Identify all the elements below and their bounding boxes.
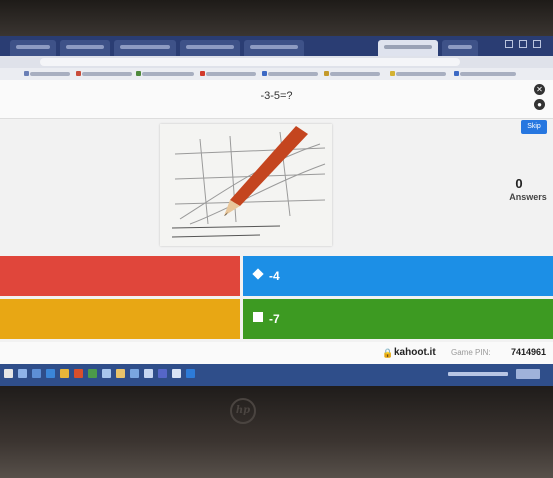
- close-icon[interactable]: ✕: [534, 84, 545, 95]
- browser-tab[interactable]: [180, 40, 240, 56]
- app-icon[interactable]: [158, 369, 167, 378]
- game-footer: 🔒 kahoot.it Game PIN: 7414961: [0, 342, 553, 364]
- hp-logo-icon: hp: [230, 398, 256, 424]
- bookmark-item[interactable]: [390, 71, 446, 76]
- bookmarks-bar: [0, 68, 553, 80]
- bookmark-item[interactable]: [454, 71, 516, 76]
- answer-label: -4: [269, 269, 280, 283]
- answers-label: Answers: [509, 192, 547, 202]
- app-icon[interactable]: [88, 369, 97, 378]
- app-icon[interactable]: [116, 369, 125, 378]
- task-view-icon[interactable]: [32, 369, 41, 378]
- laptop-bezel-bottom: hp: [0, 386, 553, 478]
- browser-tab-active[interactable]: [378, 40, 438, 56]
- laptop-bezel-top: [0, 0, 553, 36]
- answer-label: -7: [269, 312, 280, 326]
- clock[interactable]: [516, 369, 540, 379]
- bookmark-item[interactable]: [262, 71, 318, 76]
- browser-address-bar: [0, 56, 553, 68]
- lock-icon: 🔒: [382, 348, 394, 358]
- app-icon[interactable]: [144, 369, 153, 378]
- skip-button[interactable]: Skip: [521, 120, 547, 134]
- close-window-icon[interactable]: [533, 40, 541, 48]
- answers-count: 0: [515, 176, 523, 191]
- answer-option-green[interactable]: -7: [243, 299, 553, 339]
- app-icon[interactable]: [172, 369, 181, 378]
- browser-tab[interactable]: [244, 40, 304, 56]
- bookmark-item[interactable]: [200, 71, 256, 76]
- system-tray[interactable]: [448, 372, 508, 376]
- question-image: [160, 124, 332, 246]
- browser-tab[interactable]: [114, 40, 176, 56]
- answer-option-red[interactable]: [0, 256, 240, 296]
- answer-option-yellow[interactable]: [0, 299, 240, 339]
- diamond-icon: [252, 268, 264, 280]
- browser-tab[interactable]: [10, 40, 56, 56]
- url-field[interactable]: [40, 58, 460, 66]
- bookmark-item[interactable]: [76, 71, 132, 76]
- square-icon: [253, 312, 263, 322]
- answer-option-blue[interactable]: -4: [243, 256, 553, 296]
- browser-tab[interactable]: [442, 40, 478, 56]
- bookmark-item[interactable]: [136, 71, 194, 76]
- bookmark-item[interactable]: [324, 71, 380, 76]
- app-icon[interactable]: [186, 369, 195, 378]
- windows-taskbar: [0, 364, 553, 386]
- question-text: -3-5=?: [260, 90, 293, 102]
- brand-link[interactable]: kahoot.it: [394, 347, 436, 358]
- maximize-window-icon[interactable]: [519, 40, 527, 48]
- fullscreen-icon[interactable]: ●: [534, 99, 545, 110]
- search-icon[interactable]: [18, 369, 27, 378]
- question-bar: -3-5=? ✕ ●: [0, 80, 553, 119]
- browser-tab-bar: [0, 36, 553, 56]
- pencil-and-math-paper-image: [160, 124, 332, 246]
- start-icon[interactable]: [4, 369, 13, 378]
- game-pin-label: Game PIN:: [451, 348, 491, 357]
- app-icon[interactable]: [74, 369, 83, 378]
- minimize-window-icon[interactable]: [505, 40, 513, 48]
- browser-icon[interactable]: [46, 369, 55, 378]
- app-icon[interactable]: [102, 369, 111, 378]
- game-pin-value: 7414961: [511, 347, 547, 357]
- kahoot-game-page: -3-5=? ✕ ● Skip 0 Answers -4 -7 🔒 kahoot…: [0, 80, 553, 386]
- folder-icon[interactable]: [60, 369, 69, 378]
- bookmark-item[interactable]: [24, 71, 70, 76]
- laptop-screen: -3-5=? ✕ ● Skip 0 Answers -4 -7 🔒 kahoot…: [0, 36, 553, 386]
- browser-tab[interactable]: [60, 40, 110, 56]
- app-icon[interactable]: [130, 369, 139, 378]
